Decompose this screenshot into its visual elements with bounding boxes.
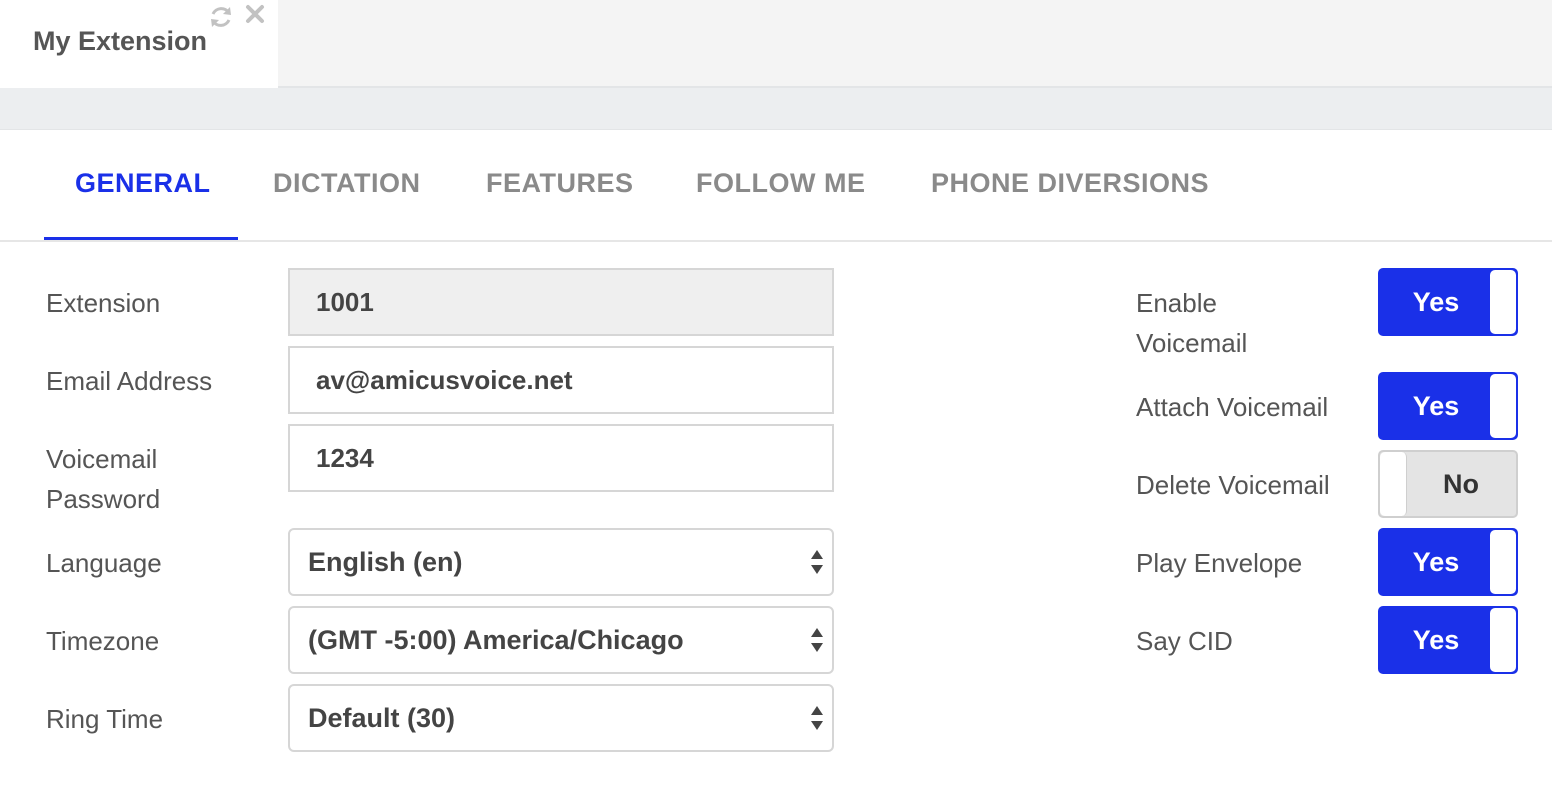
toggle-state: No (1443, 469, 1479, 499)
timezone-label: Timezone (46, 626, 160, 656)
timezone-value: (GMT -5:00) America/Chicago (308, 625, 684, 655)
tab-general[interactable]: GENERAL (75, 168, 211, 199)
enable-voicemail-toggle[interactable]: Yes (1378, 268, 1518, 336)
toggle-state: Yes (1412, 625, 1460, 655)
language-value: English (en) (308, 547, 463, 577)
widget-tab-my-extension[interactable]: My Extension (0, 0, 278, 88)
voicemail-password-label-line2: Password (46, 484, 161, 514)
select-arrows-icon (811, 628, 823, 652)
tab-features[interactable]: FEATURES (486, 168, 634, 199)
ring-time-value: Default (30) (308, 703, 456, 733)
tab-phone-diversions[interactable]: PHONE DIVERSIONS (931, 168, 1209, 199)
refresh-icon[interactable] (208, 4, 234, 35)
extension-label: Extension (46, 288, 161, 318)
voicemail-password-label-line1: Voicemail (46, 444, 158, 474)
say-cid-toggle[interactable]: Yes (1378, 606, 1518, 674)
email-label: Email Address (46, 366, 213, 396)
settings-tabs: GENERAL DICTATION FEATURES FOLLOW ME PHO… (0, 130, 1552, 242)
toggle-knob (1490, 374, 1516, 438)
delete-voicemail-toggle[interactable]: No (1378, 450, 1518, 518)
select-arrows-icon (811, 706, 823, 730)
language-select[interactable]: English (en) (288, 528, 834, 596)
email-field[interactable]: av@amicusvoice.net (288, 346, 834, 414)
play-envelope-toggle[interactable]: Yes (1378, 528, 1518, 596)
toolbar-band (0, 88, 1552, 130)
ring-time-select[interactable]: Default (30) (288, 684, 834, 752)
enable-voicemail-label-line1: Enable (1136, 288, 1217, 318)
ring-time-label: Ring Time (46, 704, 164, 734)
delete-voicemail-label: Delete Voicemail (1136, 470, 1330, 500)
toggle-state: Yes (1412, 391, 1460, 421)
tab-follow-me[interactable]: FOLLOW ME (696, 168, 865, 199)
active-tab-indicator (44, 237, 238, 240)
select-arrows-icon (811, 550, 823, 574)
enable-voicemail-label-line2: Voicemail (1136, 328, 1248, 358)
toggle-knob (1380, 452, 1407, 516)
extension-field: 1001 (288, 268, 834, 336)
tab-dictation[interactable]: DICTATION (273, 168, 420, 199)
attach-voicemail-label: Attach Voicemail (1136, 392, 1329, 422)
attach-voicemail-toggle[interactable]: Yes (1378, 372, 1518, 440)
toggle-knob (1490, 608, 1516, 672)
close-icon[interactable] (245, 4, 265, 29)
play-envelope-label: Play Envelope (1136, 548, 1303, 578)
say-cid-label: Say CID (1136, 626, 1233, 656)
timezone-select[interactable]: (GMT -5:00) America/Chicago (288, 606, 834, 674)
widget-tab-bar: My Extension (0, 0, 1552, 88)
toggle-knob (1490, 270, 1516, 334)
voicemail-password-field[interactable]: 1234 (288, 424, 834, 492)
language-label: Language (46, 548, 162, 578)
toggle-knob (1490, 530, 1516, 594)
toggle-state: Yes (1412, 287, 1460, 317)
toggle-state: Yes (1412, 547, 1460, 577)
widget-tab-title: My Extension (33, 26, 208, 56)
